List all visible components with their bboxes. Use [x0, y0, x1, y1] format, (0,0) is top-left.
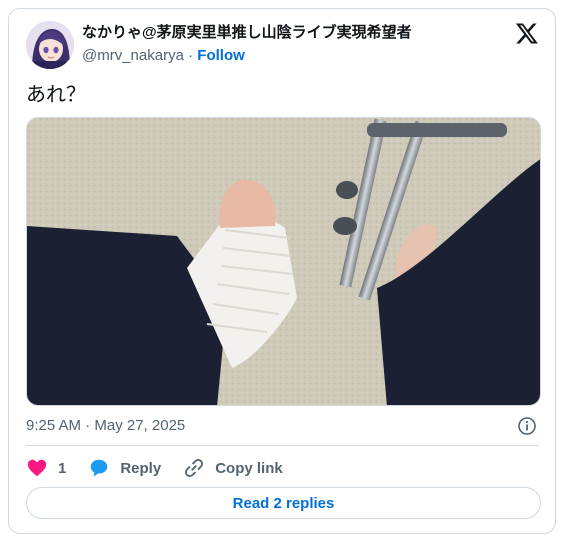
separator-dot: ·	[188, 47, 194, 64]
tweet-actions: 1 Reply Copy link	[26, 456, 305, 480]
read-replies-button[interactable]: Read 2 replies	[26, 487, 541, 519]
author-display-name[interactable]: なかりゃ@茅原実里単推し山陰ライブ実現希望者	[82, 23, 412, 43]
info-icon[interactable]	[517, 416, 537, 436]
like-button[interactable]: 1	[26, 457, 66, 479]
author-handle[interactable]: @mrv_nakarya	[82, 47, 184, 64]
tweet-header: なかりゃ@茅原実里単推し山陰ライブ実現希望者 @mrv_nakarya · Fo…	[26, 21, 539, 71]
tweet-meta: 9:25 AM · May 27, 2025	[26, 415, 539, 439]
copy-link-label: Copy link	[215, 459, 283, 477]
follow-link[interactable]: Follow	[197, 47, 245, 64]
reply-label: Reply	[120, 459, 162, 477]
reply-button[interactable]: Reply	[88, 457, 161, 479]
avatar[interactable]	[26, 21, 74, 69]
heart-icon	[27, 459, 47, 477]
tweet-embed-card: なかりゃ@茅原実里単推し山陰ライブ実現希望者 @mrv_nakarya · Fo…	[8, 8, 556, 534]
reply-bubble-icon	[91, 459, 108, 477]
like-count: 1	[58, 459, 67, 477]
tweet-timestamp[interactable]: 9:25 AM · May 27, 2025	[26, 417, 185, 434]
author-handle-line: @mrv_nakarya · Follow	[82, 46, 412, 66]
x-logo-icon[interactable]	[515, 21, 539, 45]
author-block: なかりゃ@茅原実里単推し山陰ライブ実現希望者 @mrv_nakarya · Fo…	[82, 23, 412, 66]
tweet-text: あれ？	[26, 84, 86, 106]
divider	[26, 445, 539, 446]
copy-link-button[interactable]: Copy link	[183, 457, 283, 479]
link-icon	[185, 459, 204, 477]
tweet-photo[interactable]	[26, 117, 541, 406]
